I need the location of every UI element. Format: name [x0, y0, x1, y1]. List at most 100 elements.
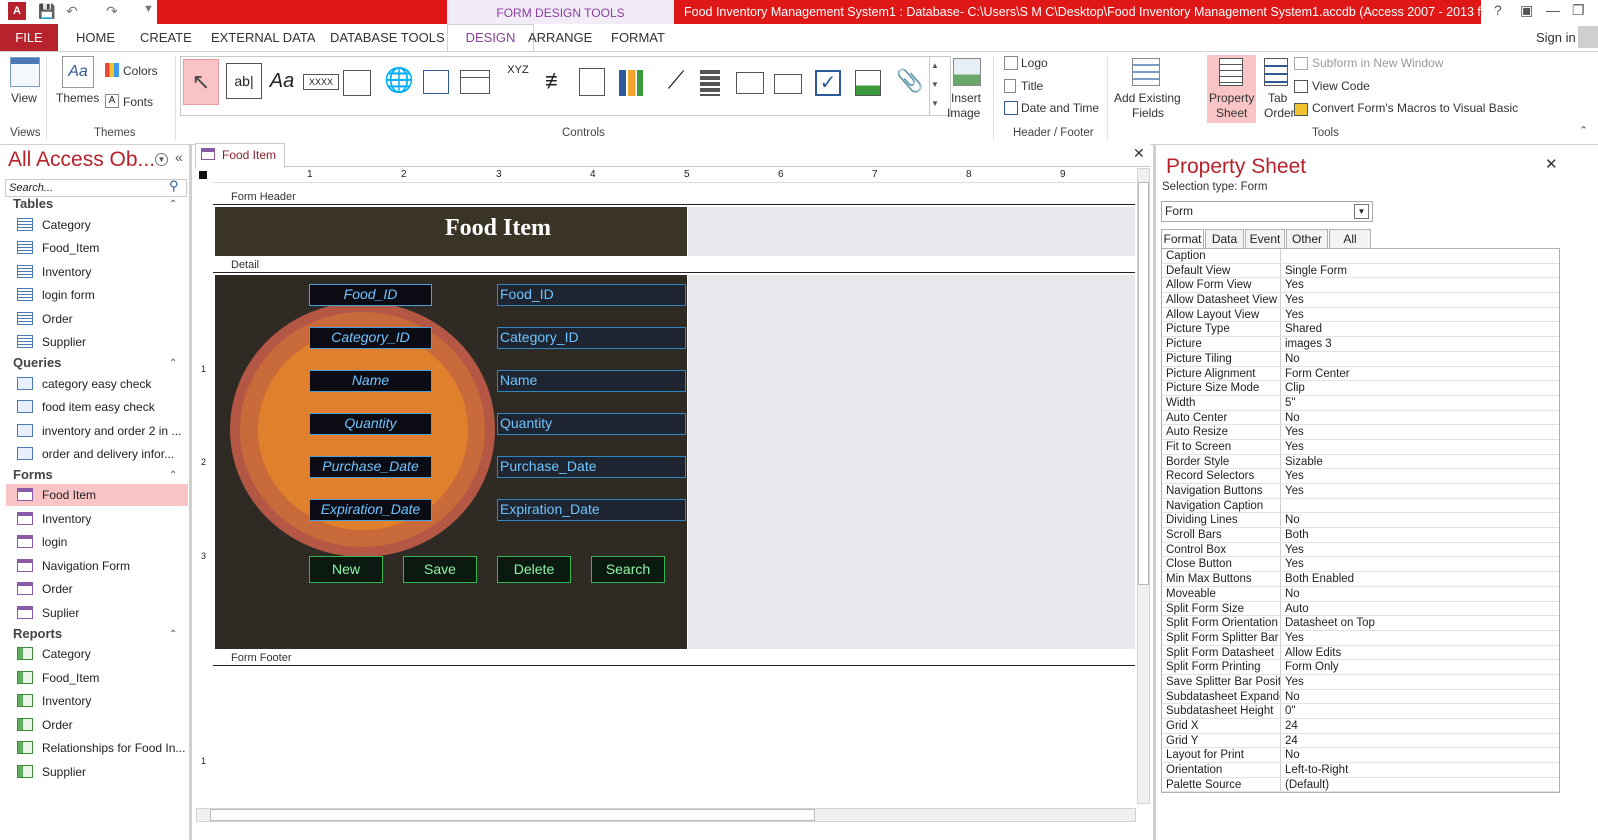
property-value[interactable]: Sizable [1281, 455, 1559, 469]
property-value[interactable]: Datasheet on Top [1281, 616, 1559, 630]
tab-order-icon[interactable] [1264, 58, 1288, 86]
property-value[interactable]: Left-to-Right [1281, 763, 1559, 777]
image-control-icon[interactable] [855, 70, 881, 96]
nav-item-form[interactable]: Suplier [6, 602, 188, 624]
property-row[interactable]: Navigation Caption [1162, 498, 1559, 514]
search-icon[interactable]: ⚲ [169, 178, 179, 194]
tab-arrange[interactable]: ARRANGE [528, 24, 592, 51]
property-value[interactable]: Yes [1281, 557, 1559, 571]
view-icon[interactable] [10, 57, 40, 87]
property-tab-all[interactable]: All [1329, 229, 1371, 248]
tab-format[interactable]: FORMAT [611, 24, 665, 51]
add-existing-fields-icon[interactable] [1132, 58, 1160, 86]
property-row[interactable]: Auto Resize Yes [1162, 425, 1559, 440]
property-value[interactable]: No [1281, 411, 1559, 425]
property-row[interactable]: Grid X 24 [1162, 719, 1559, 734]
nav-item-query[interactable]: order and delivery infor... [6, 443, 188, 465]
colors-button[interactable]: Colors [123, 64, 158, 78]
shutter-bar-close-icon[interactable]: « [175, 149, 183, 165]
themes-icon[interactable]: Aa [62, 56, 94, 88]
property-value[interactable]: Yes [1281, 278, 1559, 292]
property-value[interactable]: Yes [1281, 631, 1559, 645]
property-value[interactable]: Yes [1281, 675, 1559, 689]
property-row[interactable]: Picture Size Mode Clip [1162, 381, 1559, 396]
tab-design[interactable]: DESIGN [447, 24, 534, 52]
tab-create[interactable]: CREATE [140, 24, 192, 51]
selection-object-select[interactable]: Form [1161, 201, 1373, 222]
property-value[interactable]: (Default) [1281, 778, 1559, 792]
vertical-scroll-thumb[interactable] [1138, 182, 1149, 585]
property-row[interactable]: Caption [1162, 249, 1559, 264]
add-existing-fields-line2[interactable]: Fields [1132, 106, 1164, 120]
help-icon[interactable]: ? [1494, 2, 1502, 18]
property-value[interactable]: Shared [1281, 322, 1559, 336]
property-row[interactable]: Split Form Orientation Datasheet on Top [1162, 616, 1559, 631]
property-row[interactable]: Control Box Yes [1162, 542, 1559, 558]
nav-item-form[interactable]: Navigation Form [6, 555, 188, 577]
property-value[interactable]: No [1281, 513, 1559, 527]
page-break-icon[interactable]: ≢ [538, 63, 574, 99]
insert-image-line2[interactable]: Image [947, 106, 980, 120]
nav-group-forms[interactable]: Forms [13, 467, 53, 482]
expiration-date-label[interactable]: Expiration_Date [309, 499, 432, 521]
detail-bar[interactable]: Detail [213, 257, 1135, 273]
property-row[interactable]: Navigation Buttons Yes [1162, 484, 1559, 499]
search-button[interactable]: Search [591, 556, 665, 583]
property-value[interactable]: Clip [1281, 381, 1559, 395]
hyperlink-control-icon[interactable]: 🌐 [381, 63, 417, 99]
save-button[interactable]: Save [403, 556, 477, 583]
collapse-reports-icon[interactable]: ⌃ [169, 629, 177, 640]
tab-file[interactable]: FILE [0, 24, 58, 51]
property-row[interactable]: Picture Type Shared [1162, 322, 1559, 338]
property-tab-format[interactable]: Format [1161, 229, 1204, 249]
save-icon[interactable]: 💾 [38, 3, 55, 20]
category-id-field[interactable]: Category_ID [497, 327, 686, 349]
property-row[interactable]: Palette Source (Default) [1162, 777, 1559, 793]
ribbon-display-icon[interactable]: ▣ [1520, 2, 1533, 19]
logo-button[interactable]: Logo [1021, 56, 1048, 70]
property-value[interactable]: Allow Edits [1281, 646, 1559, 660]
tab-order-line1[interactable]: Tab [1268, 91, 1287, 105]
nav-item-table[interactable]: Order [6, 308, 188, 330]
tab-database-tools[interactable]: DATABASE TOOLS [330, 24, 445, 51]
property-row[interactable]: Split Form Splitter Bar Yes [1162, 630, 1559, 646]
food-id-field[interactable]: Food_ID [497, 284, 686, 306]
property-row[interactable]: Layout for Print No [1162, 748, 1559, 764]
property-value[interactable]: Both Enabled [1281, 572, 1559, 586]
nav-item-report[interactable]: Supplier [6, 761, 188, 783]
property-value[interactable]: Single Form [1281, 264, 1559, 278]
property-value[interactable]: Yes [1281, 543, 1559, 557]
tab-external-data[interactable]: EXTERNAL DATA [211, 24, 316, 51]
label-control-icon[interactable]: Aa [264, 63, 300, 99]
collapse-forms-icon[interactable]: ⌃ [169, 470, 177, 481]
property-row[interactable]: Fit to Screen Yes [1162, 439, 1559, 455]
property-value[interactable]: Form Center [1281, 367, 1559, 381]
close-property-sheet-icon[interactable]: ✕ [1545, 155, 1558, 173]
property-row[interactable]: Allow Form View Yes [1162, 278, 1559, 294]
property-value[interactable]: No [1281, 748, 1559, 762]
tab-home[interactable]: HOME [76, 24, 115, 51]
property-row[interactable]: Auto Center No [1162, 410, 1559, 426]
property-row[interactable]: Dividing Lines No [1162, 513, 1559, 529]
select-pointer-icon[interactable]: ↖ [183, 59, 219, 105]
nav-group-reports[interactable]: Reports [13, 626, 62, 641]
property-value[interactable] [1281, 249, 1559, 263]
themes-button[interactable]: Themes [56, 91, 99, 105]
property-row[interactable]: Moveable No [1162, 586, 1559, 602]
form-selector[interactable] [199, 171, 207, 179]
customize-qat-icon[interactable]: ▼ [143, 3, 154, 15]
nav-item-form[interactable]: Order [6, 578, 188, 600]
form-footer-bar[interactable]: Form Footer [213, 650, 1135, 666]
redo-icon[interactable]: ↷ [106, 3, 118, 20]
property-row[interactable]: Picture images 3 [1162, 337, 1559, 352]
add-existing-fields-line1[interactable]: Add Existing [1114, 91, 1181, 105]
property-row[interactable]: Border Style Sizable [1162, 454, 1559, 470]
property-value[interactable]: No [1281, 690, 1559, 704]
combo-box-icon[interactable] [579, 68, 605, 96]
toggle-button-icon[interactable] [700, 70, 720, 96]
property-row[interactable]: Record Selectors Yes [1162, 469, 1559, 484]
nav-item-report[interactable]: Relationships for Food In... [6, 737, 188, 759]
property-row[interactable]: Scroll Bars Both [1162, 528, 1559, 543]
food-id-label[interactable]: Food_ID [309, 284, 432, 306]
property-row[interactable]: Subdatasheet Height 0" [1162, 704, 1559, 719]
